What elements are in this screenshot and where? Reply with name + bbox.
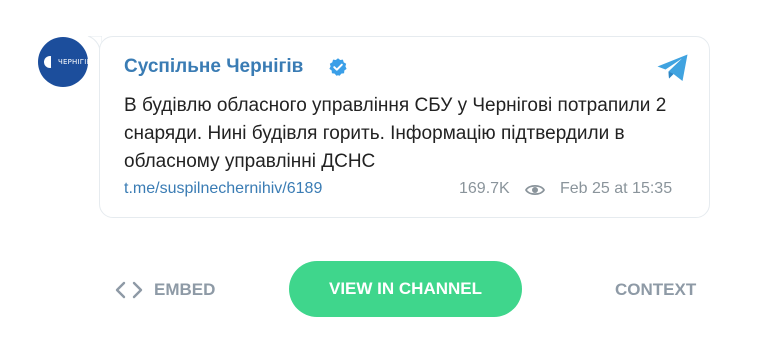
context-label: CONTEXT [615, 280, 697, 299]
eye-icon [525, 184, 545, 196]
message-text: В будівлю обласного управління СБУ у Чер… [124, 95, 667, 172]
avatar-logo-mark [44, 56, 57, 68]
embed-label: EMBED [154, 280, 216, 299]
view-in-channel-button[interactable]: VIEW IN CHANNEL [289, 261, 522, 317]
context-button[interactable]: CONTEXT [615, 280, 696, 300]
telegram-icon[interactable] [656, 53, 690, 83]
message-link[interactable]: t.me/suspilnechernihiv/6189 [124, 180, 322, 198]
code-icon [115, 281, 143, 299]
channel-name[interactable]: Суспільне Чернігів [124, 56, 303, 78]
verified-badge-icon [329, 58, 347, 76]
message-bubble: Суспільне Чернігів В будівлю обласного у… [99, 36, 710, 218]
view-in-channel-label: VIEW IN CHANNEL [329, 279, 482, 298]
message-date[interactable]: Feb 25 at 15:35 [560, 180, 672, 198]
embed-button[interactable]: EMBED [114, 280, 215, 300]
channel-avatar[interactable]: ЧЕРНІГІВ [38, 37, 88, 87]
view-count: 169.7K [459, 180, 510, 197]
avatar-text: ЧЕРНІГІВ [58, 58, 88, 66]
